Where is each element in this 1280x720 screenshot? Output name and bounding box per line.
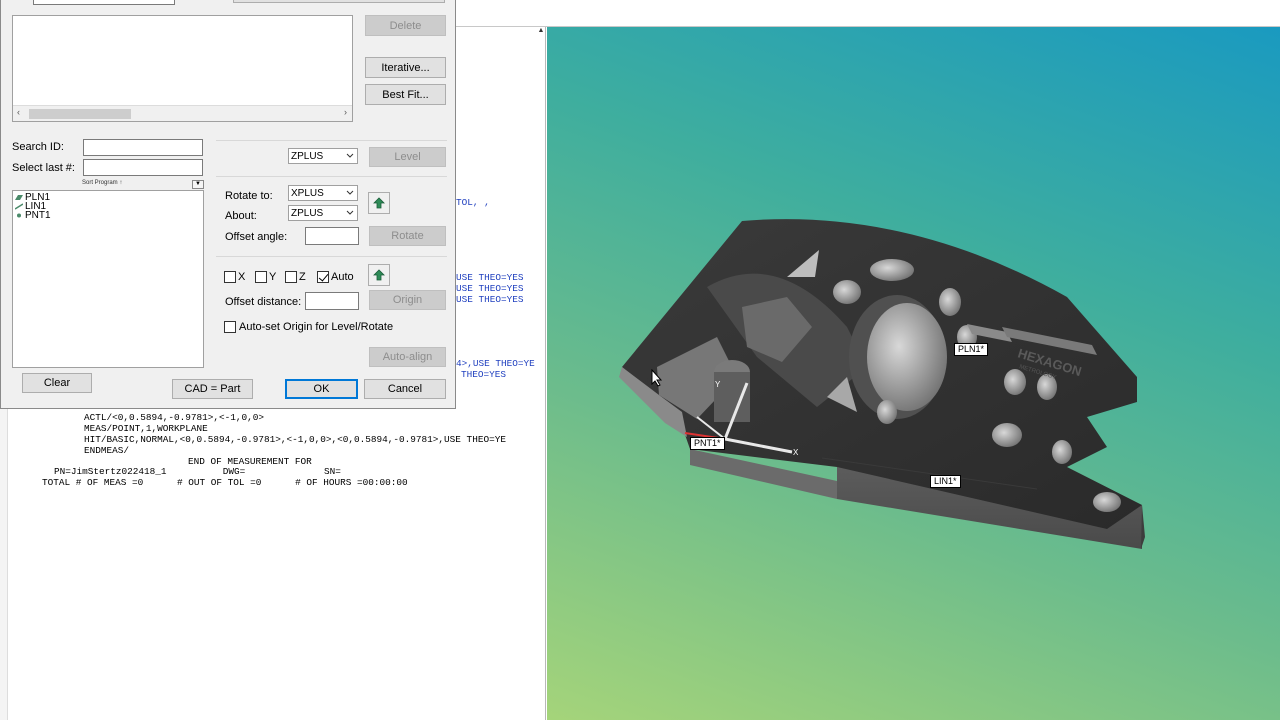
rotate-group: [216, 176, 447, 177]
code-line: TOTAL # OF MEAS =0 # OUT OF TOL =0 # OF …: [42, 477, 408, 488]
axis-x-label: X: [793, 448, 799, 457]
chevron-down-icon: [346, 190, 354, 195]
search-id-input[interactable]: [83, 139, 203, 156]
y-label: Y: [269, 271, 277, 283]
z-label: Z: [299, 271, 306, 283]
chevron-down-icon: [346, 153, 354, 158]
about-select[interactable]: ZPLUS: [288, 205, 358, 221]
code-line: USE THEO=YES: [456, 272, 524, 283]
iterative-button[interactable]: Iterative...: [365, 57, 446, 78]
chevron-down-icon: [346, 210, 354, 215]
code-line: USE THEO=YES: [456, 294, 524, 305]
x-label: X: [238, 271, 246, 283]
select-last-label: Select last #:: [12, 162, 75, 174]
top-button[interactable]: [233, 0, 445, 3]
cancel-button[interactable]: Cancel: [364, 379, 446, 399]
line-icon: [14, 203, 24, 210]
rotate-button[interactable]: Rotate: [369, 226, 446, 246]
feature-label-pln1[interactable]: PLN1*: [954, 343, 989, 356]
mouse-cursor-icon: [651, 369, 663, 387]
about-label: About:: [225, 210, 257, 222]
auto-align-button[interactable]: Auto-align: [369, 347, 446, 367]
code-line: 4>,USE THEO=YE: [456, 358, 535, 369]
editor-gutter: [0, 408, 8, 720]
feature-label-lin1[interactable]: LIN1*: [930, 475, 961, 488]
sort-program-header[interactable]: Sort Program ↑ ▼: [12, 180, 204, 189]
autoset-origin-label: Auto-set Origin for Level/Rotate: [239, 321, 394, 333]
cad-equals-part-button[interactable]: CAD = Part: [172, 379, 253, 399]
clear-button[interactable]: Clear: [22, 373, 92, 393]
code-line: PN=JimStertz022418_1 DWG= SN=: [54, 466, 341, 477]
x-checkbox[interactable]: [224, 271, 236, 283]
select-last-input[interactable]: [83, 159, 203, 176]
offset-distance-label: Offset distance:: [225, 296, 302, 308]
pick-feature-icon: [373, 197, 385, 209]
origin-group: [216, 256, 447, 257]
select-origin-feature-button[interactable]: [368, 264, 390, 286]
feature-label-pnt1[interactable]: PNT1*: [690, 437, 725, 450]
rotate-to-select[interactable]: XPLUS: [288, 185, 358, 201]
code-line: THEO=YES: [461, 369, 507, 380]
code-line: ENDMEAS/: [84, 445, 130, 456]
auto-checkbox[interactable]: [317, 271, 329, 283]
best-fit-button[interactable]: Best Fit...: [365, 84, 446, 105]
toolbar-strip: [455, 0, 1280, 27]
offset-distance-input[interactable]: [305, 292, 359, 310]
sort-dropdown-icon[interactable]: ▼: [192, 180, 204, 189]
level-axis-select[interactable]: ZPLUS: [288, 148, 358, 164]
code-line: USE THEO=YES: [456, 283, 524, 294]
offset-angle-input[interactable]: [305, 227, 359, 245]
sort-program-label: Sort Program ↑: [82, 180, 123, 186]
list-hscrollbar[interactable]: ‹ ›: [13, 105, 352, 121]
pick-feature-icon: [373, 269, 385, 281]
code-line: HIT/BASIC,NORMAL,<0,0.5894,-0.9781>,<-1,…: [84, 434, 506, 445]
auto-label: Auto: [331, 271, 354, 283]
y-checkbox[interactable]: [255, 271, 267, 283]
select-rotate-feature-button[interactable]: [368, 192, 390, 214]
search-id-label: Search ID:: [12, 141, 64, 153]
feature-tree[interactable]: PLN1 LIN1 PNT1: [12, 190, 204, 368]
alignment-feature-list[interactable]: ‹ ›: [12, 15, 353, 122]
cad-viewport[interactable]: HEXAGON METROLOGY Y X PLN1* PNT1* LIN1*: [547, 27, 1280, 720]
scroll-thumb[interactable]: [29, 109, 131, 119]
alignment-dialog: ‹ › Delete Iterative... Best Fit... Sear…: [0, 0, 456, 409]
code-line: ACTL/<0,0.5894,-0.9781>,<-1,0,0>: [84, 412, 265, 423]
code-line: TOL, ,: [456, 197, 490, 208]
alignment-id-field[interactable]: [33, 0, 175, 5]
scroll-right-icon[interactable]: ›: [344, 107, 347, 117]
scroll-left-icon[interactable]: ‹: [17, 107, 20, 117]
z-checkbox[interactable]: [285, 271, 297, 283]
level-group: [216, 140, 447, 141]
feature-item-pnt1[interactable]: PNT1: [15, 211, 51, 221]
ok-button[interactable]: OK: [285, 379, 358, 399]
code-line: MEAS/POINT,1,WORKPLANE: [84, 423, 208, 434]
level-button[interactable]: Level: [369, 147, 446, 167]
offset-angle-label: Offset angle:: [225, 231, 288, 243]
delete-button[interactable]: Delete: [365, 15, 446, 36]
origin-button[interactable]: Origin: [369, 290, 446, 310]
autoset-origin-checkbox[interactable]: [224, 321, 236, 333]
plane-icon: [15, 194, 23, 201]
axis-y-label: Y: [715, 380, 721, 389]
rotate-to-label: Rotate to:: [225, 190, 273, 202]
point-icon: [15, 212, 23, 219]
